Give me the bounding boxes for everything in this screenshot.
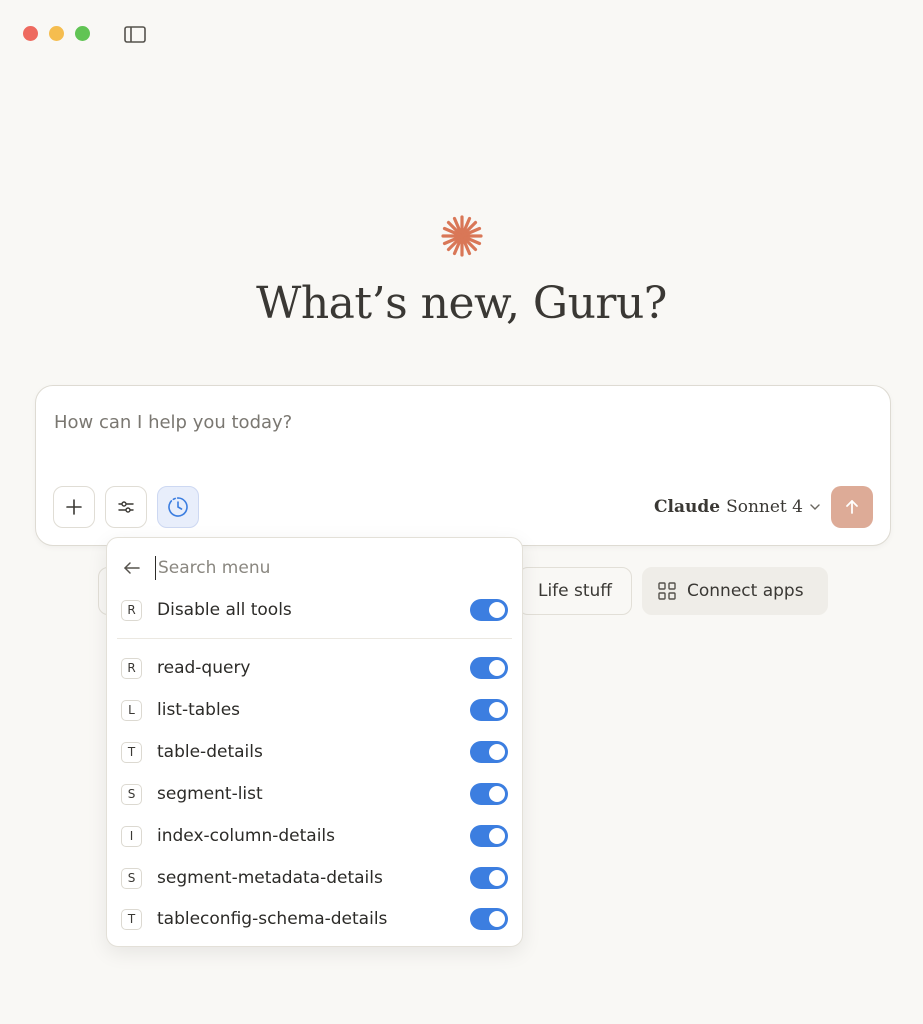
tool-row-list-tables[interactable]: L list-tables [121, 693, 508, 727]
tool-toggle[interactable] [470, 825, 508, 847]
tool-label: index-column-details [157, 826, 335, 846]
add-attachment-button[interactable] [53, 486, 95, 528]
chat-composer: Claude Sonnet 4 [35, 385, 891, 546]
connect-apps-chip[interactable]: Connect apps [642, 567, 828, 615]
tool-badge: R [121, 657, 142, 679]
arrow-up-icon [846, 500, 858, 514]
life-stuff-label: Life stuff [537, 581, 613, 601]
tool-row-tableconfig-schema-details[interactable]: T tableconfig-schema-details [121, 902, 508, 936]
tool-row-read-query[interactable]: R read-query [121, 651, 508, 685]
tool-toggle[interactable] [470, 699, 508, 721]
tool-label: table-details [157, 742, 263, 762]
chat-input[interactable] [54, 408, 814, 436]
connect-apps-label: Connect apps [687, 581, 804, 601]
settings-button[interactable] [105, 486, 147, 528]
send-button[interactable] [831, 486, 873, 528]
tool-label: segment-metadata-details [157, 868, 383, 888]
spark-logo-icon [440, 214, 484, 258]
menu-divider [117, 638, 512, 639]
disable-all-tools-label: Disable all tools [157, 600, 292, 620]
life-stuff-chip[interactable]: Life stuff [518, 567, 632, 615]
plus-icon [66, 499, 82, 515]
tool-badge: R [121, 599, 142, 621]
model-selector[interactable]: Claude Sonnet 4 [654, 494, 821, 520]
tool-label: list-tables [157, 700, 241, 720]
tool-row-table-details[interactable]: T table-details [121, 735, 508, 769]
close-window-button[interactable] [23, 26, 38, 41]
minimize-window-button[interactable] [49, 26, 64, 41]
arrow-left-icon[interactable] [121, 557, 143, 579]
tools-menu: R Disable all tools R read-query L list-… [106, 537, 523, 947]
tool-badge: T [121, 908, 142, 930]
tool-badge: I [121, 825, 142, 847]
tool-row-index-column-details[interactable]: I index-column-details [121, 819, 508, 853]
model-name: Sonnet 4 [726, 497, 803, 517]
clock-icon [168, 497, 188, 517]
tool-row-segment-metadata-details[interactable]: S segment-metadata-details [121, 861, 508, 895]
sliders-icon [118, 501, 134, 513]
menu-search-input[interactable] [155, 556, 508, 580]
grid-icon [658, 582, 676, 600]
tool-toggle[interactable] [470, 908, 508, 930]
tool-label: segment-list [157, 784, 263, 804]
disable-all-tools-toggle[interactable] [470, 599, 508, 621]
tool-label: tableconfig-schema-details [157, 909, 388, 929]
tool-badge: T [121, 741, 142, 763]
window-controls [23, 26, 90, 41]
sidebar-toggle-icon[interactable] [124, 25, 146, 43]
model-brand: Claude [654, 497, 721, 517]
tool-badge: S [121, 783, 142, 805]
tool-toggle[interactable] [470, 657, 508, 679]
greeting-title: What’s new, Guru? [256, 278, 667, 329]
tool-badge: L [121, 699, 142, 721]
menu-search-bar [121, 554, 508, 582]
tool-toggle[interactable] [470, 741, 508, 763]
tool-label: read-query [157, 658, 251, 678]
chevron-down-icon [810, 504, 820, 510]
tool-toggle[interactable] [470, 867, 508, 889]
tools-button[interactable] [157, 486, 199, 528]
disable-all-tools-row[interactable]: R Disable all tools [121, 593, 508, 627]
tool-toggle[interactable] [470, 783, 508, 805]
maximize-window-button[interactable] [75, 26, 90, 41]
tool-badge: S [121, 867, 142, 889]
tool-row-segment-list[interactable]: S segment-list [121, 777, 508, 811]
